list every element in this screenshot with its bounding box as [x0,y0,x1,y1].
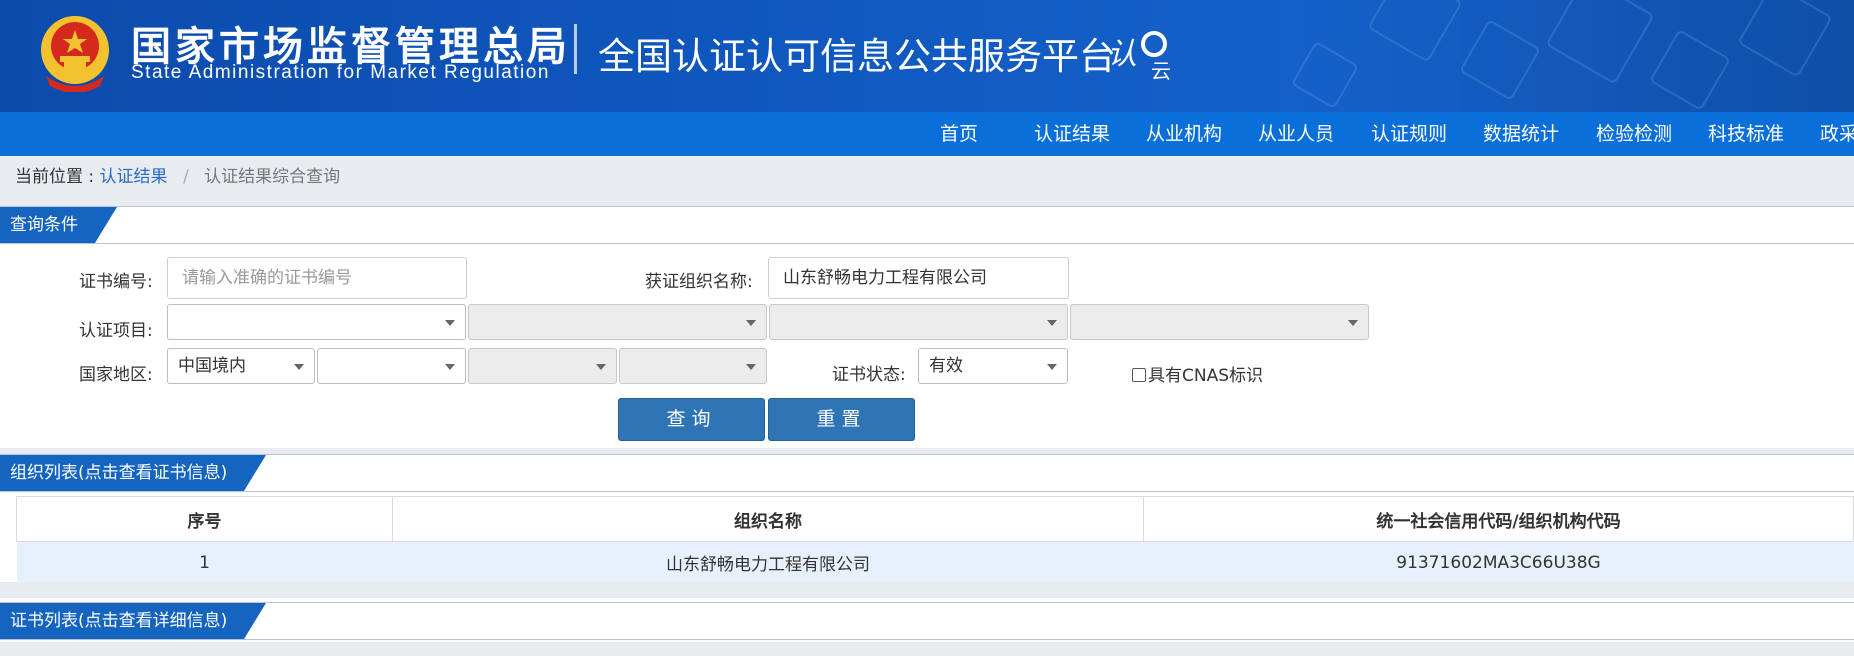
table-row[interactable]: 1 山东舒畅电力工程有限公司 91371602MA3C66U38G [16,541,1854,584]
org-list-title: 组织列表(点击查看证书信息) [0,455,266,491]
chevron-down-icon [1348,320,1358,326]
cnas-checkbox-label: 具有CNAS标识 [1148,366,1264,386]
decor-hex [1290,40,1360,110]
cert-item-select-1[interactable] [167,304,466,340]
chevron-down-icon [445,364,455,370]
nav-inspection[interactable]: 检验检测 [1596,112,1672,156]
cert-list-header: 证书列表(点击查看详细信息) [0,602,1854,640]
col-header-org-name: 组织名称 [392,496,1144,542]
breadcrumb: 当前位置 : 认证结果 / 认证结果综合查询 [15,156,340,198]
decor-hex [1545,0,1655,85]
breadcrumb-current: 认证结果综合查询 [204,167,341,187]
decor-hex [1649,29,1731,111]
table-header-row: 序号 组织名称 统一社会信用代码/组织机构代码 [16,496,1854,542]
decor-hex [1737,0,1833,78]
nav-procurement[interactable]: 政采 [1820,112,1854,156]
nav-personnel[interactable]: 从业人员 [1258,112,1334,156]
checkbox-box[interactable] [1132,368,1146,382]
platform-logo-icon: 认 云 [1107,31,1171,82]
chevron-down-icon [596,364,606,370]
query-section-header: 查询条件 [0,206,1854,244]
col-header-index: 序号 [16,496,393,542]
region-select-3[interactable] [468,348,617,384]
chevron-down-icon [1047,320,1057,326]
agency-name-en: State Administration for Market Regulati… [131,62,550,83]
org-name-input[interactable]: 山东舒畅电力工程有限公司 [768,257,1069,299]
region-label: 国家地区: [79,365,153,385]
region-select-value: 中国境内 [178,356,246,376]
cert-list-title: 证书列表(点击查看详细信息) [0,603,266,639]
chevron-down-icon [746,364,756,370]
region-select-2[interactable] [317,348,466,384]
breadcrumb-bar: 当前位置 : 认证结果 / 认证结果综合查询 [0,156,1854,206]
decor-hex [1459,19,1541,101]
org-list-header: 组织列表(点击查看证书信息) [0,454,1854,492]
reset-button[interactable]: 重置 [768,398,915,441]
nav-standards[interactable]: 科技标准 [1708,112,1784,156]
decor-hex [1367,0,1463,63]
chevron-down-icon [1047,364,1057,370]
chevron-down-icon [294,364,304,370]
region-select-4[interactable] [619,348,767,384]
cell-org-name[interactable]: 山东舒畅电力工程有限公司 [392,541,1144,584]
cell-index: 1 [16,541,393,584]
nav-cert-rules[interactable]: 认证规则 [1371,112,1447,156]
divider-strip [0,642,1854,656]
col-header-credit-code: 统一社会信用代码/组织机构代码 [1143,496,1854,542]
breadcrumb-link[interactable]: 认证结果 [100,167,168,187]
org-name-label: 获证组织名称: [645,272,753,292]
breadcrumb-prefix: 当前位置 : [15,167,95,187]
chevron-down-icon [445,320,455,326]
chevron-down-icon [746,320,756,326]
cert-item-select-4[interactable] [1070,304,1369,340]
platform-title: 全国认证认可信息公共服务平台 [598,35,1116,78]
main-nav: 首页 认证结果 从业机构 从业人员 认证规则 数据统计 检验检测 科技标准 政采 [0,112,1854,156]
header-banner: 国家市场监督管理总局 State Administration for Mark… [0,0,1854,112]
org-table: 序号 组织名称 统一社会信用代码/组织机构代码 1 山东舒畅电力工程有限公司 9… [16,496,1854,584]
query-section-title: 查询条件 [0,207,117,243]
nav-home[interactable]: 首页 [940,112,978,156]
cert-no-input[interactable]: 请输入准确的证书编号 [167,257,467,299]
cert-no-label: 证书编号: [79,272,153,292]
nav-statistics[interactable]: 数据统计 [1483,112,1559,156]
status-label: 证书状态: [832,365,906,385]
cell-credit-code: 91371602MA3C66U38G [1143,541,1854,584]
svg-text:云: 云 [1151,59,1171,82]
cnas-checkbox[interactable]: 具有CNAS标识 [1132,361,1263,386]
region-select-1[interactable]: 中国境内 [167,348,315,384]
cert-item-select-3[interactable] [769,304,1068,340]
national-emblem-icon [41,16,109,92]
search-button[interactable]: 查询 [618,398,765,441]
cert-item-label: 认证项目: [79,321,153,341]
cert-item-select-2[interactable] [468,304,767,340]
nav-institutions[interactable]: 从业机构 [1146,112,1222,156]
breadcrumb-separator: / [182,167,189,187]
divider-strip [0,582,1854,598]
status-select-value: 有效 [929,356,963,376]
banner-divider [574,24,577,74]
nav-cert-results[interactable]: 认证结果 [1034,112,1110,156]
svg-text:认: 认 [1107,37,1137,72]
status-select[interactable]: 有效 [918,348,1068,384]
